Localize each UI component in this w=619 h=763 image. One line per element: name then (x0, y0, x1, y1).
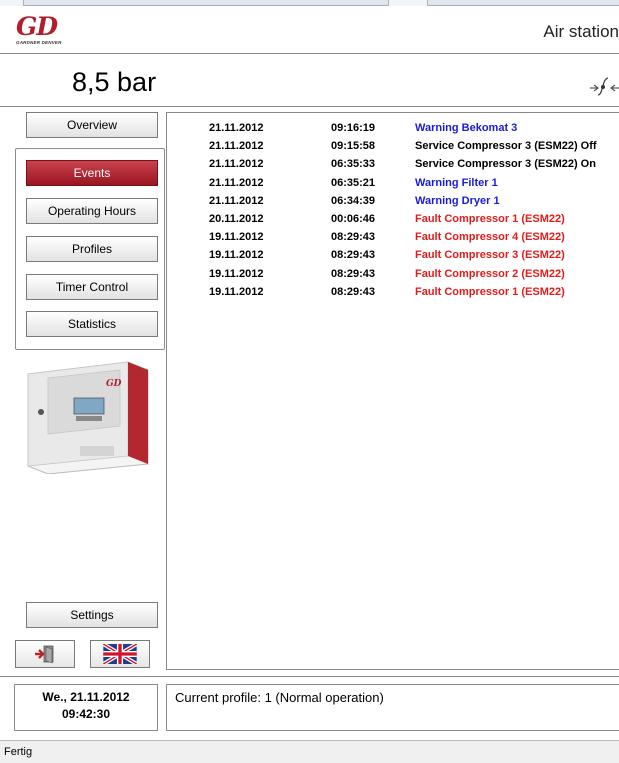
event-date: 21.11.2012 (209, 140, 264, 153)
current-date: We., 21.11.2012 (42, 690, 130, 704)
event-time: 00:06:46 (331, 213, 376, 225)
events-panel: 21.11.2012 09:16:19 Warning Bekomat 3 21.11… (166, 112, 619, 670)
event-time: 06:35:33 (331, 158, 376, 171)
event-message: Fault Compressor 2 (ESM22) (415, 267, 565, 280)
controller-device-image: GD (27, 361, 149, 474)
logo-mark: GD (16, 12, 58, 41)
event-message: Fault Compressor 1 (ESM22) (415, 213, 565, 225)
event-date: 19.11.2012 (209, 231, 264, 244)
date-time-display: We., 21.11.2012 09:42:30 (14, 684, 158, 731)
event-time: 06:35:21 (331, 176, 376, 189)
event-message: Warning Bekomat 3 (415, 122, 518, 134)
event-date: 21.11.2012 (209, 122, 264, 134)
events-button[interactable]: Events (26, 160, 158, 186)
pressure-bar: 8,5 bar (0, 55, 619, 107)
event-date: 21.11.2012 (209, 194, 264, 207)
sidebar: Overview Events Operating Hours Profiles… (6, 112, 166, 670)
operating-hours-button[interactable]: Operating Hours (26, 198, 158, 224)
uk-flag-icon (103, 644, 137, 664)
exit-door-icon (35, 645, 54, 664)
event-message: Fault Compressor 3 (ESM22) (415, 249, 565, 262)
event-time: 08:29:43 (331, 285, 376, 298)
event-date: 19.11.2012 (209, 249, 264, 262)
event-time: 08:29:43 (331, 267, 376, 280)
timer-control-button[interactable]: Timer Control (26, 274, 158, 300)
statistics-button[interactable]: Statistics (26, 311, 158, 337)
browser-status-bar: Fertig (0, 740, 619, 763)
event-time: 08:29:43 (331, 231, 376, 244)
event-time: 08:29:43 (331, 249, 376, 262)
gardner-denver-logo: GD GARDNER DENVER (16, 12, 62, 48)
event-time: 06:34:39 (331, 194, 376, 207)
event-message: Service Compressor 3 (ESM22) On (415, 158, 596, 171)
event-message: Fault Compressor 1 (ESM22) (415, 285, 565, 298)
event-message: Service Compressor 3 (ESM22) Off (415, 140, 597, 153)
event-date: 20.11.2012 (209, 213, 264, 225)
event-date: 19.11.2012 (209, 285, 264, 298)
language-button[interactable] (90, 640, 150, 668)
system-pressure: 8,5 bar (72, 67, 157, 97)
current-time: 09:42:30 (61, 707, 111, 721)
logout-button[interactable] (15, 640, 75, 668)
event-message: Fault Compressor 4 (ESM22) (415, 231, 565, 244)
event-date: 19.11.2012 (209, 267, 264, 280)
settings-button[interactable]: Settings (26, 602, 158, 628)
device-logo: GD (106, 379, 122, 389)
page-title: Air station (543, 22, 619, 41)
status-text: Fertig (4, 746, 33, 758)
event-time: 09:16:19 (331, 122, 376, 134)
event-message: Warning Filter 1 (415, 176, 498, 189)
current-profile: Current profile: 1 (Normal operation) (166, 684, 619, 731)
logo-subtext: GARDNER DENVER (16, 40, 62, 45)
event-date: 21.11.2012 (209, 176, 264, 189)
header: GD GARDNER DENVER Air station (0, 6, 619, 54)
pressure-flow-icon (590, 77, 619, 96)
overview-button[interactable]: Overview (26, 112, 158, 138)
event-date: 21.11.2012 (209, 158, 264, 171)
profiles-button[interactable]: Profiles (26, 236, 158, 262)
event-message: Warning Dryer 1 (415, 194, 500, 207)
footer-divider (0, 676, 619, 677)
event-time: 09:15:58 (331, 140, 376, 153)
